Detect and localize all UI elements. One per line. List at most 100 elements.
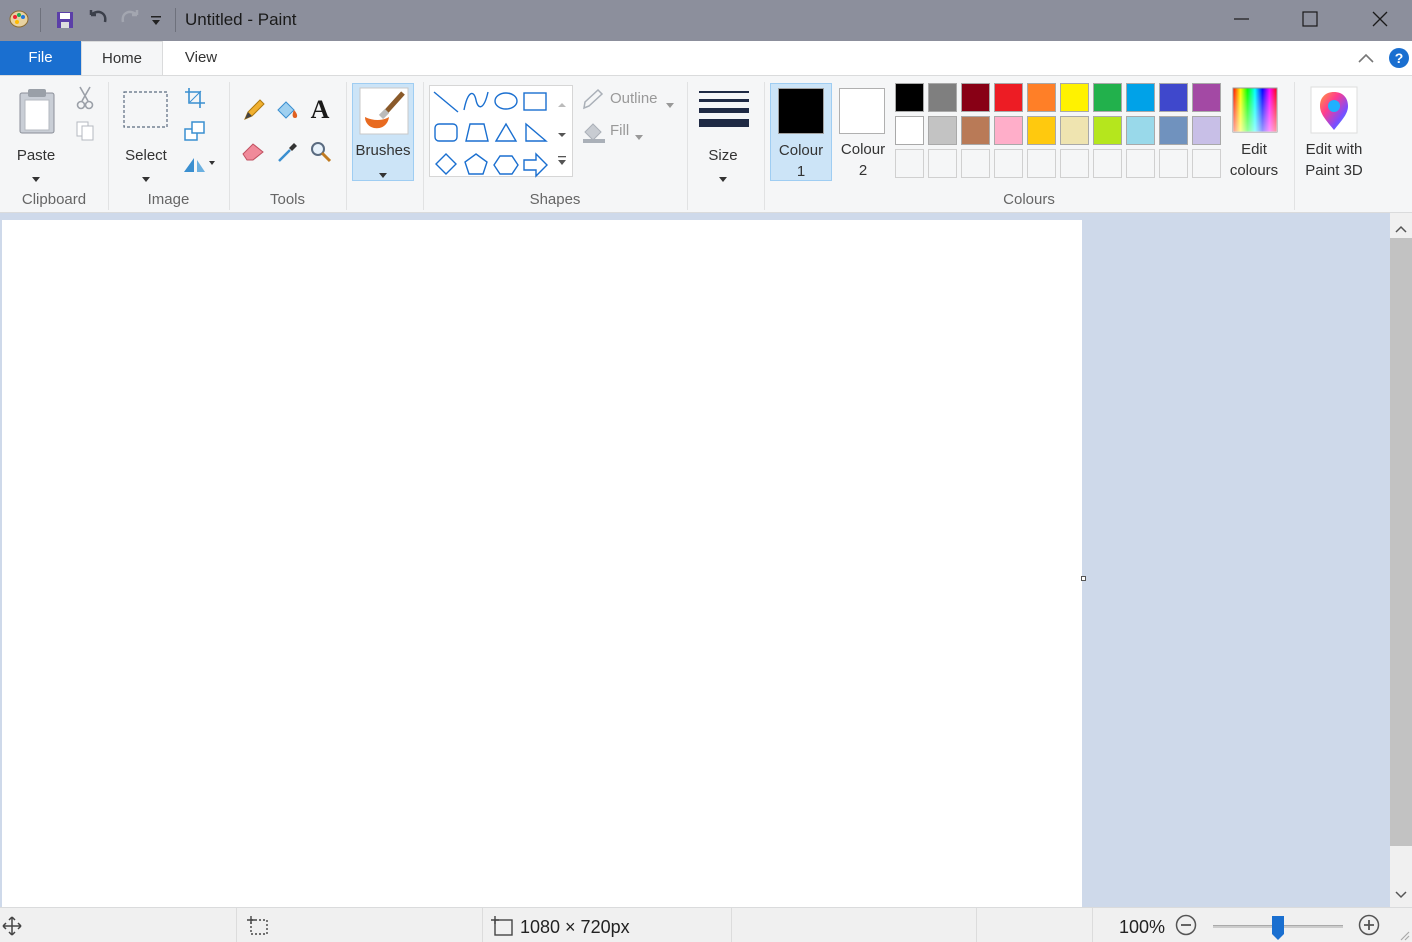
shape-rounded-rectangle[interactable]: [434, 123, 458, 142]
palette-swatch-empty[interactable]: [1159, 149, 1188, 178]
palette-swatch-empty[interactable]: [1060, 149, 1089, 178]
tab-file[interactable]: File: [0, 41, 81, 75]
fill-button[interactable]: Fill: [580, 119, 660, 145]
palette-swatch[interactable]: [1093, 83, 1122, 112]
ribbon-tab-bar: File Home View ?: [0, 41, 1412, 76]
vertical-scroll-thumb[interactable]: [1390, 238, 1412, 846]
scroll-up-icon[interactable]: [1395, 221, 1407, 238]
palette-swatch[interactable]: [1159, 116, 1188, 145]
svg-text:?: ?: [1395, 50, 1404, 66]
shape-diamond[interactable]: [435, 153, 457, 175]
shape-polygon[interactable]: [465, 123, 489, 142]
shape-oval[interactable]: [494, 92, 518, 110]
crop-icon[interactable]: [184, 87, 206, 113]
palette-swatch[interactable]: [961, 83, 990, 112]
rotate-icon[interactable]: [182, 152, 218, 178]
palette-swatch[interactable]: [928, 116, 957, 145]
save-icon[interactable]: [56, 11, 74, 33]
help-icon[interactable]: ?: [1388, 47, 1410, 73]
tab-view[interactable]: View: [163, 41, 239, 75]
palette-swatch-empty[interactable]: [1027, 149, 1056, 178]
shapes-more-icon[interactable]: [557, 154, 567, 171]
palette-swatch-empty[interactable]: [994, 149, 1023, 178]
palette-swatch[interactable]: [1027, 83, 1056, 112]
shape-pentagon[interactable]: [464, 153, 488, 175]
zoom-slider[interactable]: [1213, 916, 1343, 940]
brushes-dropdown-icon[interactable]: [379, 166, 387, 183]
canvas-resize-handle-right[interactable]: [1081, 576, 1086, 581]
palette-swatch[interactable]: [994, 116, 1023, 145]
select-dropdown-icon[interactable]: [142, 170, 150, 187]
shape-line[interactable]: [433, 91, 459, 113]
edit-colours-line1: Edit: [1241, 141, 1267, 158]
paste-dropdown-icon[interactable]: [32, 170, 40, 187]
undo-icon[interactable]: [87, 9, 109, 33]
maximize-button[interactable]: [1276, 0, 1346, 41]
outline-button[interactable]: Outline: [580, 87, 680, 113]
shape-hexagon[interactable]: [493, 155, 519, 175]
cut-icon[interactable]: [75, 86, 95, 114]
palette-swatch-empty[interactable]: [928, 149, 957, 178]
palette-swatch[interactable]: [1060, 83, 1089, 112]
zoom-out-icon[interactable]: [1175, 914, 1197, 940]
text-icon[interactable]: A: [308, 95, 332, 126]
palette-swatch[interactable]: [1126, 116, 1155, 145]
shapes-scroll-down-icon[interactable]: [557, 126, 567, 143]
outline-dropdown-icon[interactable]: [666, 96, 674, 113]
palette-swatch[interactable]: [895, 83, 924, 112]
shape-right-triangle[interactable]: [525, 122, 548, 142]
magnifier-icon[interactable]: [309, 140, 333, 168]
fill-dropdown-icon[interactable]: [635, 128, 643, 145]
tab-home[interactable]: Home: [81, 41, 163, 76]
palette-swatch-empty[interactable]: [1192, 149, 1221, 178]
colour-picker-icon[interactable]: [276, 140, 300, 168]
pencil-icon[interactable]: [242, 98, 266, 126]
palette-swatch[interactable]: [1159, 83, 1188, 112]
brushes-button[interactable]: Brushes: [352, 83, 414, 181]
palette-swatch-empty[interactable]: [1126, 149, 1155, 178]
paste-button[interactable]: Paste: [10, 82, 66, 182]
palette-swatch[interactable]: [994, 83, 1023, 112]
palette-swatch[interactable]: [895, 116, 924, 145]
palette-swatch[interactable]: [1126, 83, 1155, 112]
close-button[interactable]: [1346, 0, 1412, 41]
fill-bucket-icon[interactable]: [274, 98, 300, 126]
minimize-button[interactable]: [1206, 0, 1276, 41]
shape-rectangle[interactable]: [523, 92, 547, 111]
palette-swatch[interactable]: [1192, 116, 1221, 145]
zoom-in-icon[interactable]: [1358, 914, 1380, 940]
palette-swatch-empty[interactable]: [895, 149, 924, 178]
palette-swatch-empty[interactable]: [1093, 149, 1122, 178]
scroll-down-icon[interactable]: [1395, 887, 1407, 904]
drawing-canvas[interactable]: [2, 220, 1082, 907]
shape-right-arrow[interactable]: [523, 152, 548, 178]
palette-swatch[interactable]: [928, 83, 957, 112]
resize-grip-icon[interactable]: [1398, 928, 1410, 942]
palette-swatch[interactable]: [961, 116, 990, 145]
select-button[interactable]: Select: [116, 82, 176, 182]
colour2-button[interactable]: Colour 2: [834, 83, 892, 181]
palette-swatch[interactable]: [1027, 116, 1056, 145]
redo-icon[interactable]: [119, 9, 141, 33]
palette-swatch-empty[interactable]: [961, 149, 990, 178]
edit-with-paint3d-button[interactable]: Edit with Paint 3D: [1300, 83, 1370, 183]
palette-swatch[interactable]: [1093, 116, 1122, 145]
resize-icon[interactable]: [184, 120, 206, 146]
copy-icon[interactable]: [75, 120, 95, 146]
customize-quick-access-icon[interactable]: [150, 14, 162, 31]
palette-swatch[interactable]: [1060, 116, 1089, 145]
shape-triangle[interactable]: [494, 122, 518, 142]
shape-curve[interactable]: [463, 91, 489, 111]
image-group-label: Image: [147, 191, 190, 208]
zoom-slider-thumb[interactable]: [1272, 916, 1284, 940]
size-button[interactable]: Size: [694, 82, 754, 182]
shapes-scroll-up-icon[interactable]: [557, 96, 567, 113]
eraser-icon[interactable]: [241, 140, 267, 166]
shapes-group-label: Shapes: [529, 191, 581, 208]
edit-colours-button[interactable]: Edit colours: [1228, 83, 1282, 183]
colour1-button[interactable]: Colour 1: [770, 83, 832, 181]
size-dropdown-icon[interactable]: [719, 170, 727, 187]
collapse-ribbon-icon[interactable]: [1356, 50, 1376, 70]
paint-app-icon[interactable]: [8, 7, 30, 33]
palette-swatch[interactable]: [1192, 83, 1221, 112]
